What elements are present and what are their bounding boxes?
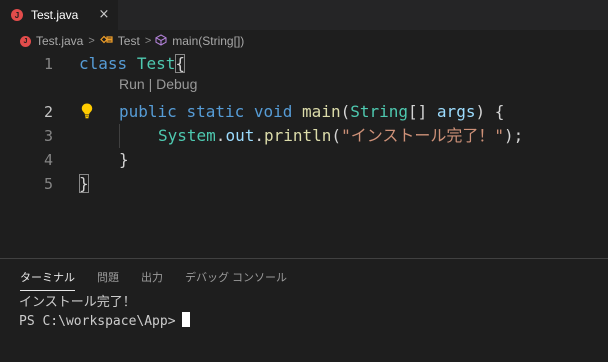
keyword-token: class xyxy=(79,54,128,73)
paren-token: ( xyxy=(340,102,351,121)
string-literal-token: "インストール完了！" xyxy=(341,126,505,145)
tab-problems[interactable]: 問題 xyxy=(97,269,119,291)
code-text: System.out.println("インストール完了！"); xyxy=(158,124,523,148)
panel-tabs: ターミナル 問題 出力 デバッグ コンソール xyxy=(20,269,309,291)
tab-output[interactable]: 出力 xyxy=(141,269,163,291)
breadcrumb-method[interactable]: main(String[]) xyxy=(172,34,244,48)
paren-token: ( xyxy=(331,126,342,145)
brace-token: } xyxy=(119,150,129,169)
breadcrumb-class[interactable]: Test xyxy=(118,34,140,48)
code-text: public static void main(String[] args) { xyxy=(119,100,504,124)
tab-debug-console[interactable]: デバッグ コンソール xyxy=(185,269,287,291)
array-token: [] xyxy=(408,102,428,121)
bottom-panel: ターミナル 問題 出力 デバッグ コンソール インストール完了！ PS C:\w… xyxy=(0,258,608,362)
keyword-token: static xyxy=(186,102,245,121)
terminal-cursor xyxy=(181,312,190,327)
code-line-5: 5 } xyxy=(0,172,608,196)
tab-label: Test.java xyxy=(31,8,79,22)
line-number: 1 xyxy=(43,55,53,73)
code-line-1: 1 class Test{ xyxy=(0,52,608,76)
brace-token: { xyxy=(175,54,185,73)
field-token: out xyxy=(225,126,255,145)
class-ref-token: System xyxy=(158,126,216,145)
brace-token: { xyxy=(494,102,505,121)
terminal-prompt: PS C:\workspace\App> xyxy=(19,314,176,329)
method-name-token: main xyxy=(302,102,341,121)
code-editor[interactable]: 1 class Test{ Run | Debug 2 public stati… xyxy=(0,52,608,258)
terminal[interactable]: インストール完了！ PS C:\workspace\App> xyxy=(19,293,599,331)
dot-token: . xyxy=(254,126,264,145)
line-number: 4 xyxy=(43,151,53,169)
terminal-prompt-line[interactable]: PS C:\workspace\App> xyxy=(19,312,599,331)
line-number: 2 xyxy=(43,103,53,121)
line-number: 3 xyxy=(43,127,53,145)
keyword-token: public xyxy=(119,102,177,121)
codelens-run-debug[interactable]: Run | Debug xyxy=(119,76,197,98)
keyword-token: void xyxy=(253,102,293,121)
method-icon xyxy=(155,33,167,49)
method-call-token: println xyxy=(263,126,332,145)
class-name-token: Test xyxy=(136,54,176,73)
terminal-output-line: インストール完了！ xyxy=(19,295,136,310)
breadcrumb-file[interactable]: Test.java xyxy=(36,34,83,48)
paren-token: ) xyxy=(475,102,486,121)
code-text: } xyxy=(79,172,89,196)
java-file-icon: J xyxy=(11,9,23,21)
tab-test-java[interactable]: J Test.java × xyxy=(0,0,118,30)
chevron-right-icon: > xyxy=(88,35,95,47)
type-token: String xyxy=(350,102,409,121)
editor-tab-bar: J Test.java × xyxy=(0,0,608,30)
code-text: class Test{ xyxy=(79,52,185,76)
code-line-3: 3 System.out.println("インストール完了！"); xyxy=(0,124,608,148)
chevron-right-icon: > xyxy=(144,35,152,47)
class-icon xyxy=(99,34,113,48)
line-number: 5 xyxy=(43,175,53,193)
lightbulb-icon[interactable] xyxy=(80,102,94,120)
param-token: args xyxy=(436,102,476,121)
close-icon[interactable]: × xyxy=(96,7,112,23)
statement-end-token: ); xyxy=(504,126,524,145)
tab-terminal[interactable]: ターミナル xyxy=(20,269,75,291)
brace-token: } xyxy=(79,174,89,193)
code-text: } xyxy=(119,148,129,172)
java-file-icon: J xyxy=(20,35,31,47)
dot-token: . xyxy=(215,126,226,145)
code-line-4: 4 } xyxy=(0,148,608,172)
breadcrumb: J Test.java > Test > main(String[]) xyxy=(0,30,608,52)
